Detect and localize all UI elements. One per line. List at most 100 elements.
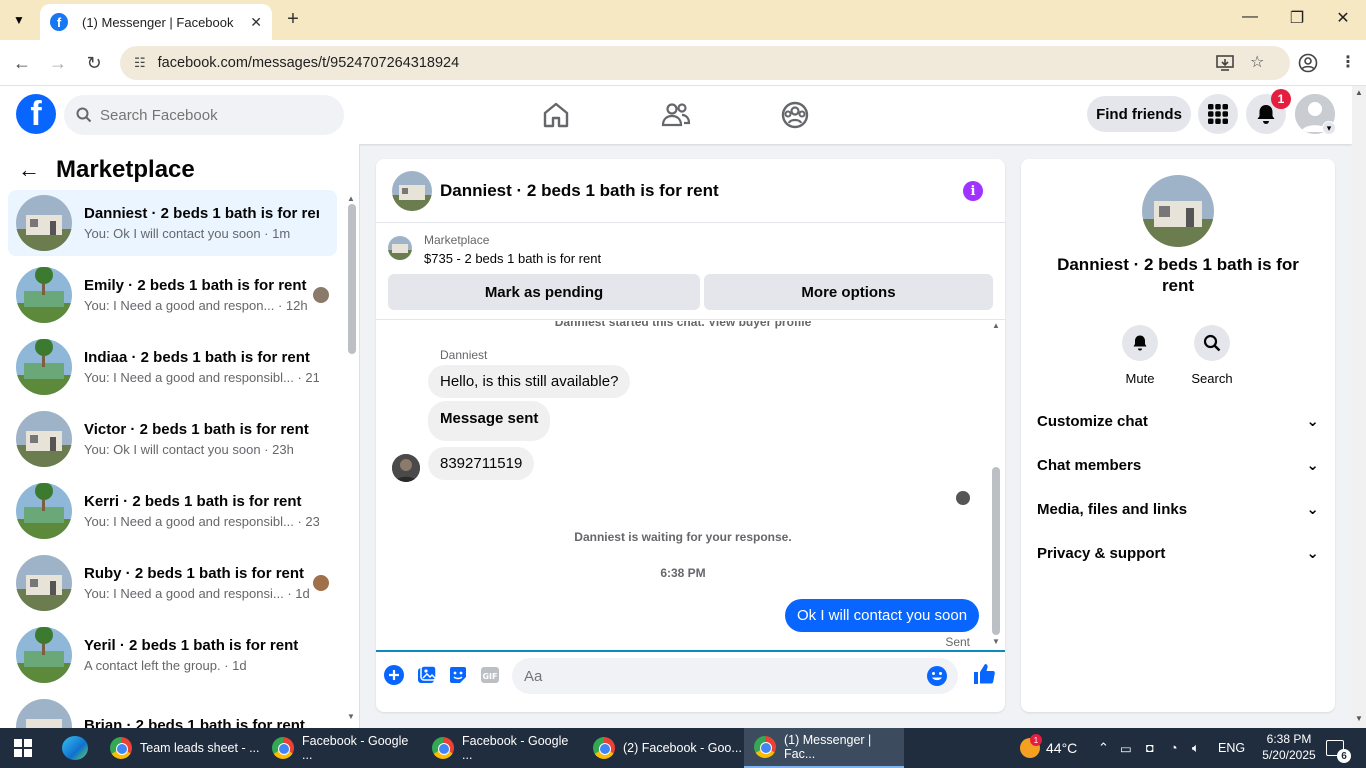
conversation-avatar[interactable]: [1142, 175, 1214, 247]
chat-avatar[interactable]: [392, 170, 432, 211]
taskbar-item[interactable]: Facebook - Google ...: [432, 728, 582, 768]
conversation-item[interactable]: Yeril · 2 beds 1 bath is for rent A cont…: [8, 622, 337, 688]
install-app-icon[interactable]: [1216, 54, 1234, 72]
restore-icon[interactable]: ❐: [1282, 8, 1312, 28]
gif-icon[interactable]: GIF: [479, 664, 501, 686]
chrome-icon: [432, 737, 454, 759]
scroll-up-icon[interactable]: ▲: [1355, 88, 1363, 97]
conversation-item[interactable]: Emily · 2 beds 1 bath is for rent You: I…: [8, 262, 337, 328]
message-bubble[interactable]: Hello, is this still available?: [428, 365, 631, 398]
notification-icon: 6: [1326, 740, 1351, 763]
menu-button[interactable]: [1198, 94, 1238, 134]
taskbar-item[interactable]: Team leads sheet - ...: [110, 728, 260, 768]
emoji-icon[interactable]: [926, 665, 948, 687]
facebook-search[interactable]: [64, 95, 344, 135]
svg-text:GIF: GIF: [482, 672, 497, 681]
close-tab-icon[interactable]: ✕: [250, 14, 262, 31]
message-list: Danniest started this chat. View buyer p…: [376, 321, 990, 649]
forward-icon[interactable]: →: [46, 52, 70, 74]
more-options-button[interactable]: More options: [704, 274, 993, 310]
search-input[interactable]: [100, 106, 320, 124]
chat-started-note: Danniest started this chat. View buyer p…: [554, 321, 812, 329]
tab-search-button[interactable]: ▼: [6, 8, 32, 32]
site-info-icon[interactable]: ☷: [134, 55, 146, 71]
conversation-item[interactable]: Indiaa · 2 beds 1 bath is for rent You: …: [8, 334, 337, 400]
windows-taskbar: Team leads sheet - ... Facebook - Google…: [0, 728, 1366, 768]
conversation-item[interactable]: Kerri · 2 beds 1 bath is for rent You: I…: [8, 478, 337, 544]
conversation-item[interactable]: Victor · 2 beds 1 bath is for rent You: …: [8, 406, 337, 472]
minimize-icon[interactable]: —: [1235, 8, 1265, 26]
home-icon[interactable]: [540, 99, 572, 131]
notification-center[interactable]: 6: [1326, 728, 1351, 768]
taskbar-item[interactable]: Facebook - Google ...: [272, 728, 422, 768]
friends-icon[interactable]: [660, 99, 692, 131]
privacy-support-row[interactable]: Privacy & support ⌄: [1037, 539, 1319, 567]
listing-thumbnail: [16, 267, 72, 323]
volume-icon[interactable]: 🔈︎: [1192, 728, 1200, 768]
conversation-scrollbar[interactable]: ▲ ▼: [347, 194, 356, 724]
customize-chat-row[interactable]: Customize chat ⌄: [1037, 407, 1319, 435]
chat-title[interactable]: Danniest · 2 beds 1 bath is for rent: [440, 181, 719, 201]
message-timestamp: 6:38 PM: [660, 566, 706, 580]
photo-icon[interactable]: [416, 664, 438, 686]
mute-action[interactable]: Mute: [1110, 325, 1170, 386]
plus-circle-icon[interactable]: [383, 664, 405, 686]
scroll-down-icon[interactable]: ▼: [992, 637, 1000, 646]
bookmark-star-icon[interactable]: ☆: [1250, 52, 1264, 72]
message-sender-name: Danniest: [440, 348, 488, 362]
conversation-item[interactable]: Danniest · 2 beds 1 bath is for rent You…: [8, 190, 337, 256]
message-input[interactable]: [524, 667, 904, 685]
battery-icon[interactable]: ▭: [1120, 728, 1132, 768]
windows-start-icon[interactable]: [14, 739, 32, 757]
conversation-name: Kerri · 2 beds 1 bath is for rent: [84, 493, 302, 510]
facebook-logo-icon[interactable]: f: [16, 94, 56, 134]
my-message-bubble[interactable]: Ok I will contact you soon: [785, 599, 980, 632]
find-friends-button[interactable]: Find friends: [1087, 96, 1191, 132]
close-window-icon[interactable]: ✕: [1328, 8, 1358, 28]
scroll-down-icon[interactable]: ▼: [1355, 714, 1363, 723]
page-scrollbar[interactable]: ▲ ▼: [1352, 86, 1366, 728]
message-input-wrapper[interactable]: [512, 658, 958, 694]
listing-thumbnail[interactable]: [388, 236, 412, 260]
tray-chevron-icon[interactable]: ⌃: [1098, 728, 1109, 768]
browser-tab-messenger[interactable]: f (1) Messenger | Facebook ✕: [40, 4, 272, 40]
scroll-up-icon[interactable]: ▲: [992, 321, 1000, 330]
back-icon[interactable]: ←: [10, 52, 34, 74]
groups-icon[interactable]: [779, 99, 811, 131]
chat-scrollbar[interactable]: ▲ ▼: [990, 321, 1002, 649]
info-icon[interactable]: i: [963, 181, 983, 201]
taskbar-item[interactable]: (2) Facebook - Goo...: [593, 728, 743, 768]
listing-price-title[interactable]: $735 - 2 beds 1 bath is for rent: [424, 251, 601, 266]
chat-members-row[interactable]: Chat members ⌄: [1037, 451, 1319, 479]
mark-as-pending-button[interactable]: Mark as pending: [388, 274, 700, 310]
media-files-links-row[interactable]: Media, files and links ⌄: [1037, 495, 1319, 523]
sticker-icon[interactable]: [447, 664, 469, 686]
weather-widget[interactable]: 1 44°C: [1020, 728, 1077, 768]
scrollbar-thumb[interactable]: [992, 467, 1000, 635]
scroll-up-icon[interactable]: ▲: [347, 194, 355, 203]
meet-icon[interactable]: ◘: [1146, 728, 1154, 768]
wifi-icon[interactable]: ◔: [1170, 728, 1178, 768]
url-text: facebook.com/messages/t/9524707264318924: [157, 55, 460, 71]
new-tab-button[interactable]: +: [282, 8, 304, 30]
conversation-item[interactable]: Brian · 2 beds 1 bath is for rent: [8, 694, 337, 728]
language-indicator[interactable]: ENG: [1218, 728, 1245, 768]
scrollbar-thumb[interactable]: [348, 204, 356, 354]
row-label: Customize chat: [1037, 412, 1148, 430]
thumbs-up-icon[interactable]: [972, 662, 996, 686]
menu-kebab-icon[interactable]: ⋮: [1340, 52, 1356, 72]
message-bubble[interactable]: Message sent: [428, 401, 551, 441]
profile-icon[interactable]: [1298, 53, 1318, 73]
clock[interactable]: 6:38 PM 5/20/2025: [1258, 731, 1320, 763]
sender-avatar[interactable]: [392, 454, 420, 482]
conversation-item[interactable]: Ruby · 2 beds 1 bath is for rent You: I …: [8, 550, 337, 616]
edge-browser-icon[interactable]: [62, 736, 88, 760]
message-bubble[interactable]: 8392711519: [428, 447, 535, 480]
url-bar[interactable]: ☷ facebook.com/messages/t/95247072643189…: [120, 46, 1290, 80]
account-chevron-icon[interactable]: ▾: [1322, 121, 1336, 135]
search-action[interactable]: Search: [1182, 325, 1242, 386]
back-arrow-icon[interactable]: ←: [18, 157, 40, 183]
reload-icon[interactable]: ↻: [82, 52, 106, 74]
taskbar-item-active[interactable]: (1) Messenger | Fac...: [744, 728, 904, 768]
scroll-down-icon[interactable]: ▼: [347, 712, 355, 721]
